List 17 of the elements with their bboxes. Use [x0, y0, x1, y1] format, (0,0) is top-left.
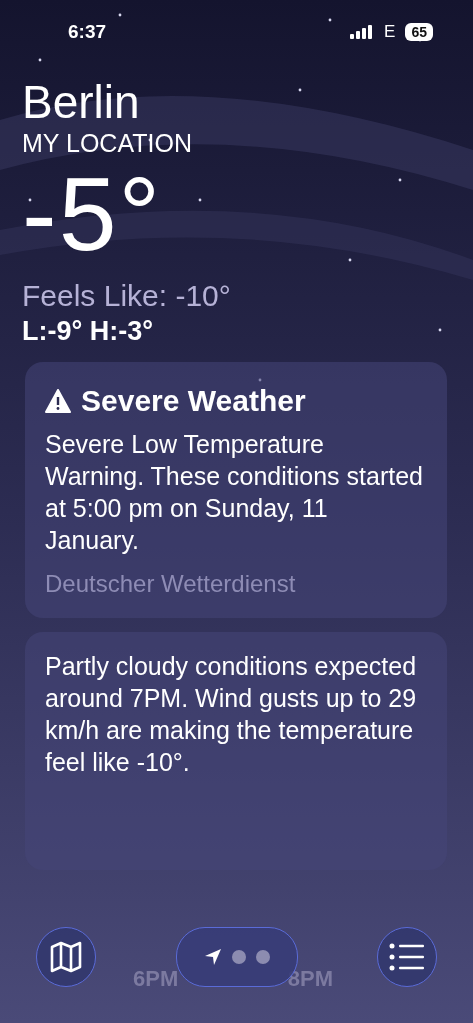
low-high: L:-9° H:-3°: [22, 315, 155, 348]
feels-like: Feels Like: -10°: [22, 278, 232, 314]
status-time: 6:37: [68, 21, 107, 43]
city-name: Berlin: [22, 76, 141, 128]
forecast-text: Partly cloudy conditions expected around 7PM. Wind gusts up to 29 km/h are making the temperature feel like -10°.: [45, 651, 418, 778]
temperature: -5°: [22, 158, 164, 270]
alert-source: Deutscher Wetterdienst: [45, 570, 297, 598]
network-type: E: [384, 22, 396, 42]
menu-icon: [389, 942, 425, 972]
alert-text: Severe Low Temperature Warning. These conditions started at 5:00 pm on Sunday, 11 January.: [45, 429, 424, 556]
map-icon: [49, 940, 83, 974]
location-label: MY LOCATION: [22, 128, 193, 158]
signal-icon: [350, 25, 375, 39]
warning-icon: [45, 389, 71, 413]
battery-level: 65: [405, 23, 433, 41]
alert-card[interactable]: Severe Weather Severe Low Temperature Warning. These conditions started at 5:00 pm on Sunday, 11 January. Deutscher Wetterdienst: [25, 362, 447, 618]
alert-title: Severe Weather: [81, 384, 306, 418]
